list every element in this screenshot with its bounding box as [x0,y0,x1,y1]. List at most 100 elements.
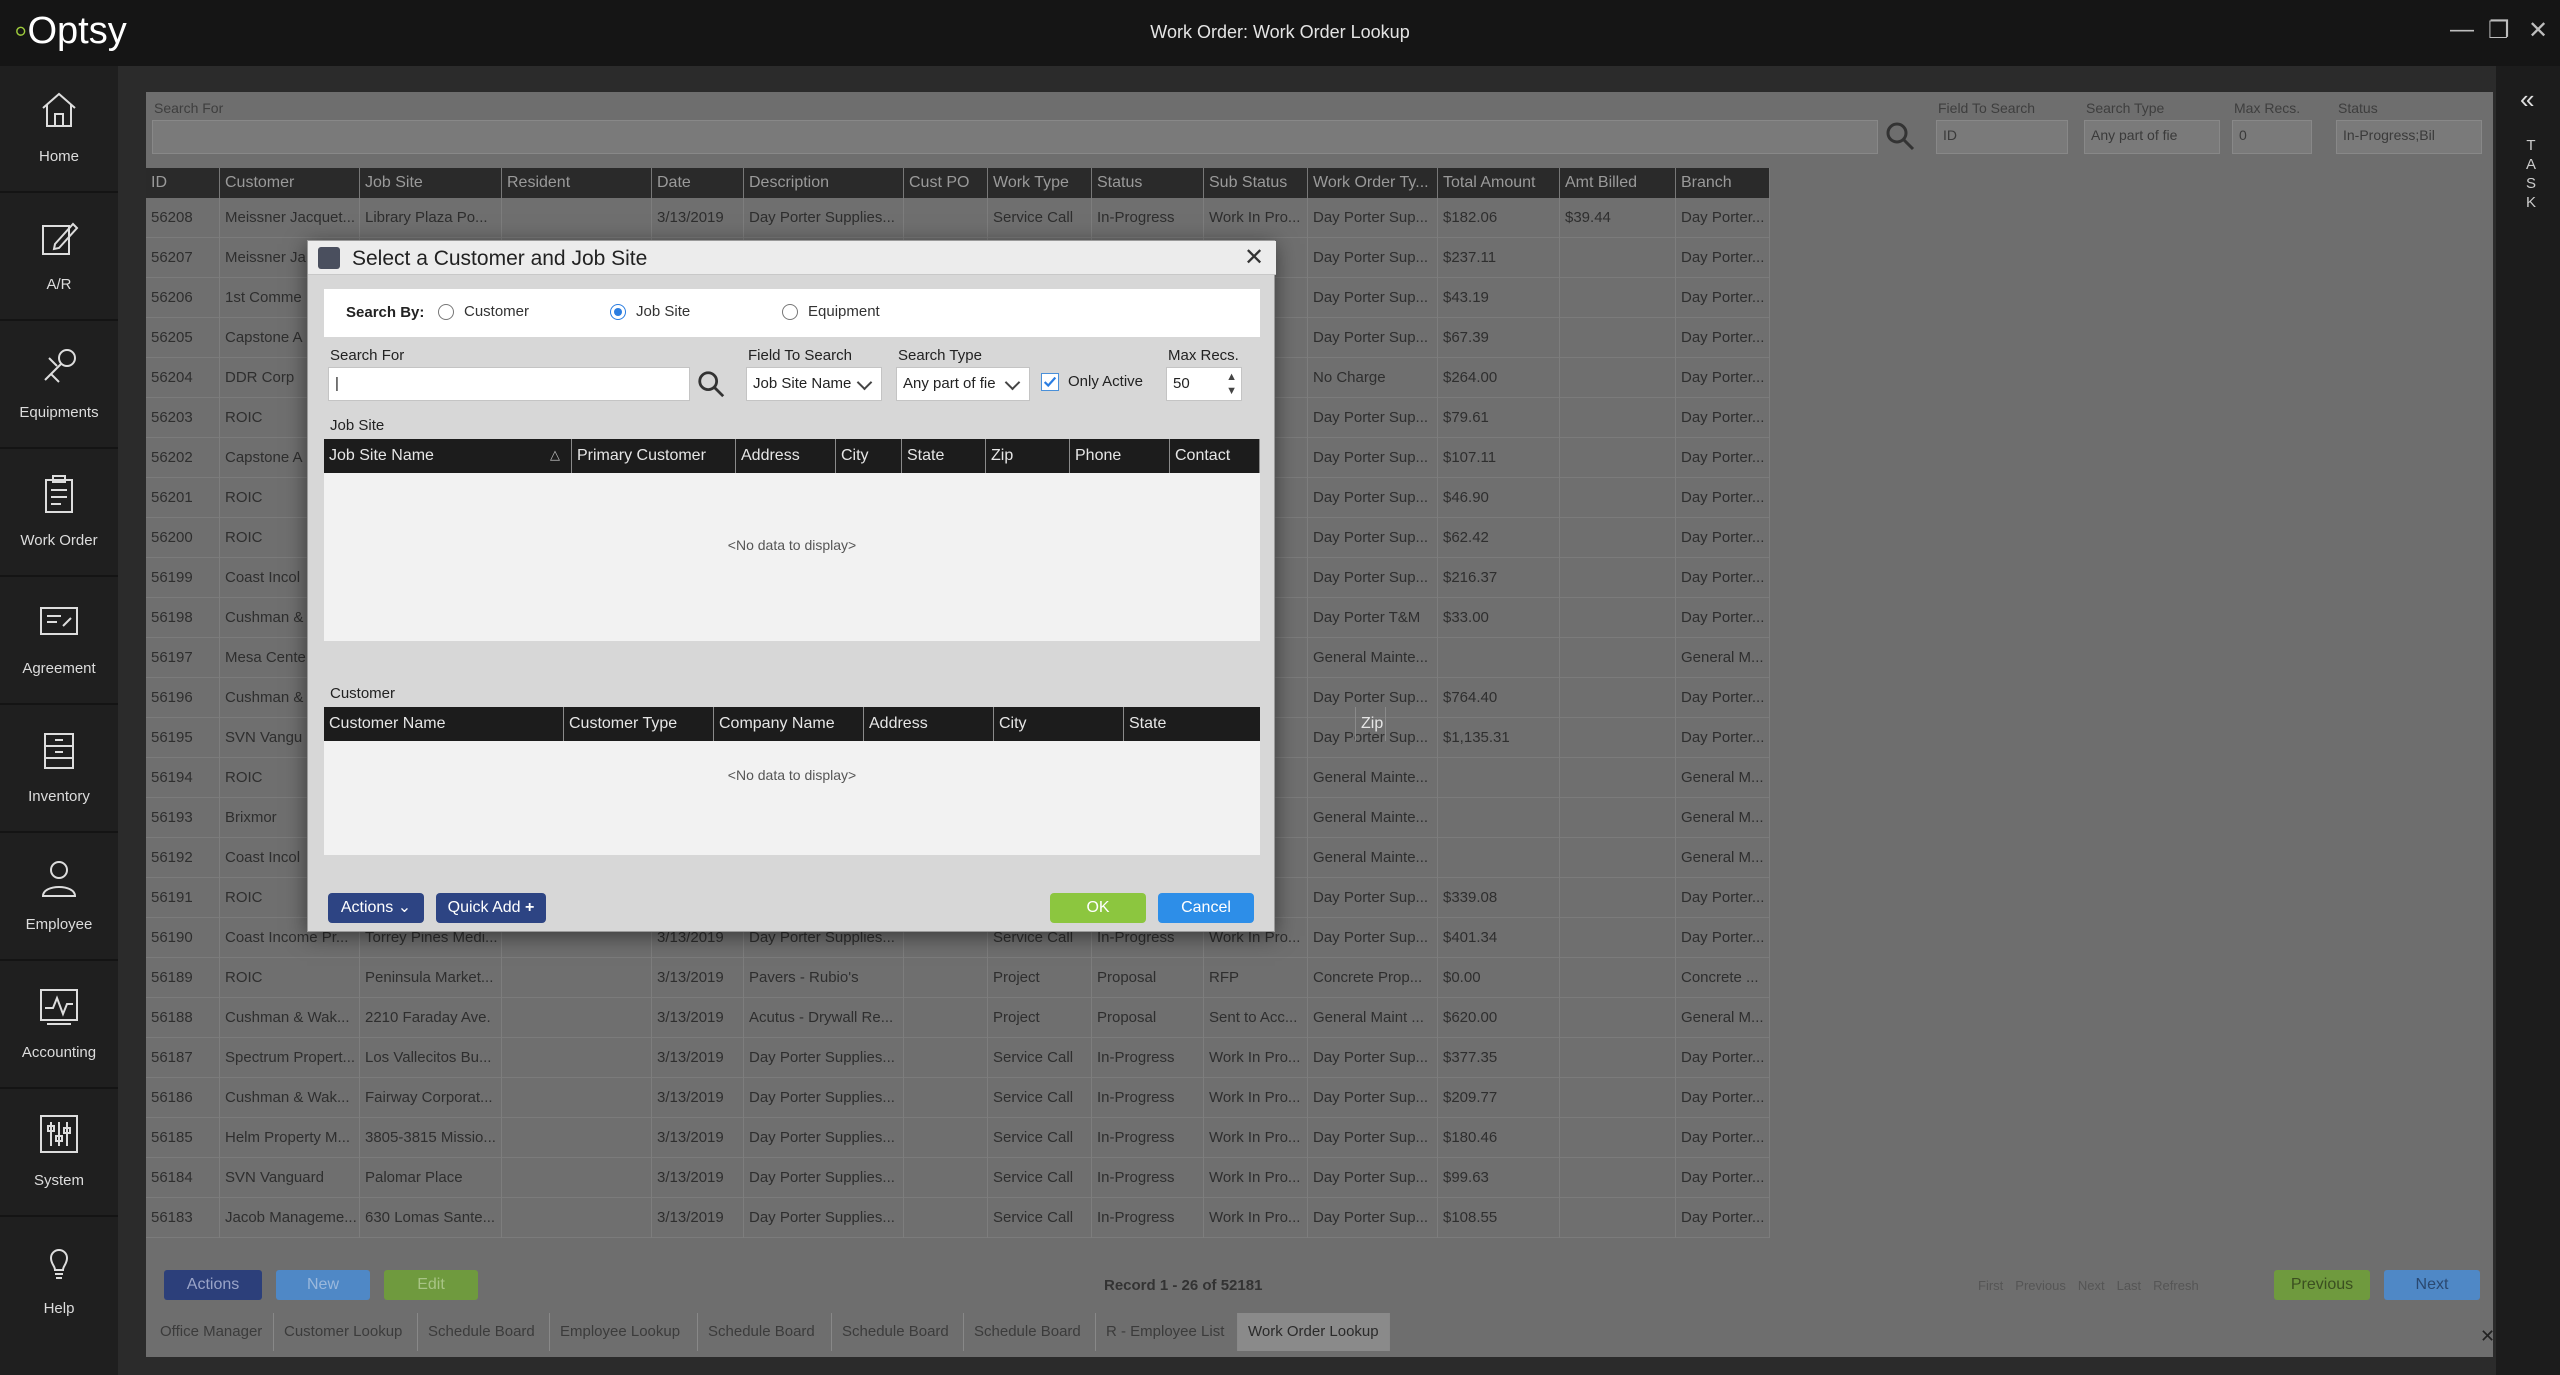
table-row[interactable]: 56186 Cushman & Wak... Fairway Corporat...… [146,1078,1770,1118]
table-row[interactable]: 56189 ROIC Peninsula Market... 3/13/2019 Pav… [146,958,1770,998]
tab-schedule-board[interactable]: Schedule Board [832,1313,964,1351]
pager-link[interactable]: Next [2078,1278,2105,1293]
table-cell: Service Call [988,198,1092,238]
search-type-select[interactable]: Any part of fie [2084,120,2220,154]
close-tab-icon[interactable]: ✕ [2480,1326,2495,1347]
tab-schedule-board[interactable]: Schedule Board [418,1313,550,1351]
jobsite-column-header[interactable]: State [902,439,986,473]
grid-column-header[interactable]: Sub Status [1204,168,1308,198]
quick-add-button[interactable]: Quick Add + [436,893,546,923]
grid-column-header[interactable]: Cust PO [904,168,988,198]
grid-column-header[interactable]: Work Type [988,168,1092,198]
collapse-chevron-icon[interactable]: « [2520,84,2534,115]
sidebar-item-inventory[interactable]: Inventory [0,706,118,833]
tab-work-order-lookup[interactable]: Work Order Lookup [1238,1313,1390,1351]
field-to-search-select[interactable]: ID [1936,120,2068,154]
max-recs-stepper[interactable]: 50 ▲ ▼ [1166,367,1242,401]
next-button[interactable]: Next [2384,1270,2480,1300]
table-row[interactable]: 56183 Jacob Manageme... 630 Lomas Sante...… [146,1198,1770,1238]
table-cell: 56195 [146,718,220,758]
tab-employee-lookup[interactable]: Employee Lookup [550,1313,698,1351]
actions-button[interactable]: Actions [164,1270,262,1300]
ok-button[interactable]: OK [1050,893,1146,923]
pager-link[interactable]: Refresh [2153,1278,2199,1293]
table-cell: Jacob Manageme... [220,1198,360,1238]
search-icon[interactable] [696,369,726,399]
sidebar-item-ar[interactable]: A/R [0,194,118,321]
sidebar-item-system[interactable]: System [0,1090,118,1217]
grid-column-header[interactable]: Job Site [360,168,502,198]
cancel-button[interactable]: Cancel [1158,893,1254,923]
grid-column-header[interactable]: Amt Billed [1560,168,1676,198]
grid-column-header[interactable]: Description [744,168,904,198]
jobsite-column-header[interactable]: City [836,439,902,473]
table-row[interactable]: 56185 Helm Property M... 3805-3815 Missio.… [146,1118,1770,1158]
grid-column-header[interactable]: ID [146,168,220,198]
table-row[interactable]: 56187 Spectrum Propert... Los Vallecitos B… [146,1038,1770,1078]
table-cell: Day Porter Sup... [1308,238,1438,278]
grid-column-header[interactable]: Status [1092,168,1204,198]
jobsite-column-header[interactable]: Job Site Name [324,439,572,473]
sidebar-item-accounting[interactable]: Accounting [0,962,118,1089]
tab-customer-lookup[interactable]: Customer Lookup [274,1313,418,1351]
radio-equipment[interactable]: Equipment [782,303,880,321]
customer-column-header[interactable]: Address [864,707,994,741]
pager-link[interactable]: Previous [2015,1278,2066,1293]
search-input[interactable] [152,120,1878,154]
pager-link[interactable]: Last [2117,1278,2142,1293]
pager-link[interactable]: First [1978,1278,2003,1293]
customer-column-header[interactable]: Customer Type [564,707,714,741]
field-to-search-select[interactable]: Job Site Name [746,367,882,401]
grid-column-header[interactable]: Total Amount [1438,168,1560,198]
only-active-checkbox[interactable] [1041,373,1059,391]
search-icon[interactable] [1884,120,1916,152]
dialog-search-input[interactable]: | [328,367,690,401]
grid-column-header[interactable]: Customer [220,168,360,198]
grid-column-header[interactable]: Date [652,168,744,198]
jobsite-column-header[interactable]: Phone [1070,439,1170,473]
grid-column-header[interactable]: Resident [502,168,652,198]
tab-schedule-board[interactable]: Schedule Board [964,1313,1096,1351]
sidebar-item-help[interactable]: Help [0,1218,118,1345]
jobsite-column-header[interactable]: Zip [986,439,1070,473]
table-row[interactable]: 56208 Meissner Jacquet... Library Plaza Po… [146,198,1770,238]
new-button[interactable]: New [276,1270,370,1300]
max-recs-stepper[interactable]: 0 [2232,120,2312,154]
previous-button[interactable]: Previous [2274,1270,2370,1300]
jobsite-column-header[interactable]: Address [736,439,836,473]
task-label[interactable]: TASK [2523,136,2539,212]
radio-job-site[interactable]: Job Site [610,303,690,321]
table-row[interactable]: 56184 SVN Vanguard Palomar Place 3/13/2019 D… [146,1158,1770,1198]
sidebar-item-equipments[interactable]: Equipments [0,322,118,449]
tab-office-manager[interactable]: Office Manager [150,1313,274,1351]
sidebar-item-work-order[interactable]: Work Order [0,450,118,577]
customer-column-header[interactable]: State [1124,707,1356,741]
radio-customer[interactable]: Customer [438,303,529,321]
search-type-select[interactable]: Any part of fie [896,367,1030,401]
restore-button[interactable]: ❐ [2488,16,2510,45]
dialog-actions-button[interactable]: Actions ⌄ [328,893,424,923]
tab-r-employee-list[interactable]: R - Employee List [1096,1313,1238,1351]
stepper-arrows-icon[interactable]: ▲ ▼ [1226,370,1237,398]
minimize-button[interactable]: — [2450,16,2474,44]
edit-button[interactable]: Edit [384,1270,478,1300]
sidebar-item-employee[interactable]: Employee [0,834,118,961]
customer-column-header[interactable]: Zip [1356,707,1386,741]
dialog-close-button[interactable]: ✕ [1244,243,1264,272]
sidebar-item-home[interactable]: Home [0,66,118,193]
table-cell [904,1118,988,1158]
jobsite-column-header[interactable]: Primary Customer [572,439,736,473]
sidebar-item-agreement[interactable]: Agreement [0,578,118,705]
status-select[interactable]: In-Progress;Bil [2336,120,2482,154]
close-window-button[interactable]: ✕ [2528,16,2548,45]
jobsite-column-header[interactable]: Contact [1170,439,1260,473]
customer-column-header[interactable]: Company Name [714,707,864,741]
grid-column-header[interactable]: Work Order Ty... [1308,168,1438,198]
table-cell: In-Progress [1092,198,1204,238]
customer-column-header[interactable]: Customer Name [324,707,564,741]
wrench-icon [44,349,76,383]
customer-column-header[interactable]: City [994,707,1124,741]
grid-column-header[interactable]: Branch [1676,168,1770,198]
tab-schedule-board[interactable]: Schedule Board [698,1313,832,1351]
table-row[interactable]: 56188 Cushman & Wak... 2210 Faraday Ave. 3/… [146,998,1770,1038]
